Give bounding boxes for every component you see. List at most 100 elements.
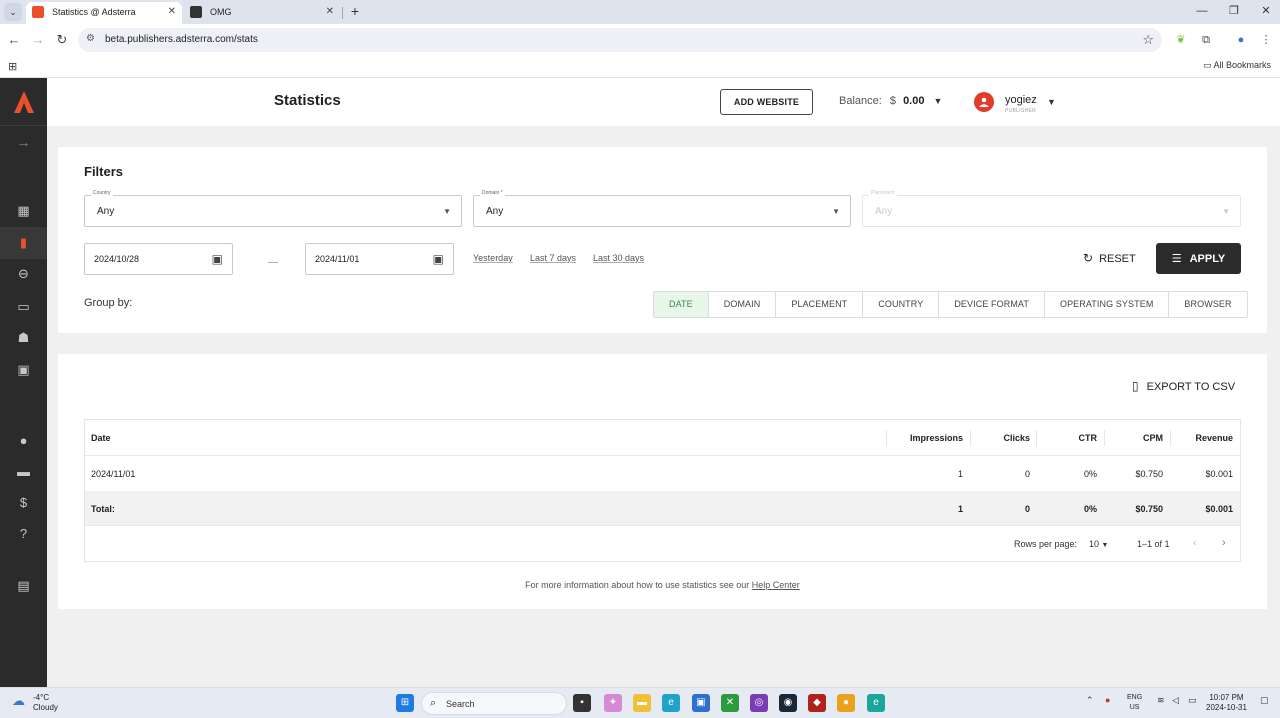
bookmarks-bar: ⊞ ▭ All Bookmarks <box>0 56 1280 78</box>
date-to-field[interactable]: 2024/11/01 ▣ <box>305 243 454 275</box>
battery-icon[interactable]: ▭ <box>1188 695 1197 706</box>
new-tab-button[interactable]: + <box>346 2 364 20</box>
taskbar-search[interactable]: ⌕ Search <box>421 692 567 715</box>
chevron-down-icon: ▼ <box>1222 207 1230 216</box>
volume-icon[interactable]: ◁ <box>1172 695 1179 706</box>
rows-per-page-select[interactable]: 10 ▼ <box>1089 539 1108 549</box>
links-icon[interactable]: ⊖ <box>0 258 47 290</box>
group-by-browser[interactable]: BROWSER <box>1169 292 1246 317</box>
back-button[interactable]: ← <box>5 31 23 49</box>
prev-page-icon[interactable]: ‹ <box>1193 537 1197 549</box>
finance-icon[interactable]: $ <box>0 486 47 518</box>
api-icon[interactable]: ▣ <box>0 354 47 386</box>
file-icon: ▯ <box>1132 379 1139 393</box>
group-by-device-format[interactable]: DEVICE FORMAT <box>939 292 1045 317</box>
group-by-domain[interactable]: DOMAIN <box>709 292 777 317</box>
calendar-icon[interactable]: ▣ <box>212 252 223 266</box>
group-by-operating-system[interactable]: OPERATING SYSTEM <box>1045 292 1170 317</box>
site-info-icon[interactable]: ⚙ <box>86 33 95 44</box>
bookmark-star-icon[interactable]: ☆ <box>1142 32 1154 48</box>
all-bookmarks-button[interactable]: ▭ All Bookmarks <box>1203 60 1271 71</box>
windows-taskbar: ☁ -4°C Cloudy ⊞ ⌕ Search ▪ ✦ ▬ e ▣ ✕ ◎ ◉ … <box>0 687 1280 718</box>
all-bookmarks-label: All Bookmarks <box>1213 60 1271 70</box>
export-csv-button[interactable]: ▯ EXPORT TO CSV <box>1132 379 1235 393</box>
col-date[interactable]: Date <box>91 420 111 456</box>
col-clicks[interactable]: Clicks <box>975 420 1030 456</box>
wifi-icon[interactable]: ≋ <box>1157 695 1165 706</box>
tab-omg[interactable]: OMG ✕ <box>184 2 340 24</box>
quick-last-30-days-link[interactable]: Last 30 days <box>593 253 644 263</box>
tab-statistics[interactable]: Statistics @ Adsterra ✕ <box>26 2 182 24</box>
statistics-icon[interactable]: ▮ <box>0 227 47 259</box>
col-impressions[interactable]: Impressions <box>895 420 963 456</box>
url-text: beta.publishers.adsterra.com/stats <box>105 34 258 45</box>
profile-icon[interactable]: ● <box>0 424 47 456</box>
reset-label: RESET <box>1099 253 1136 265</box>
placement-label: Placement <box>869 190 897 196</box>
quick-last-7-days-link[interactable]: Last 7 days <box>530 253 576 263</box>
help-icon[interactable]: ? <box>0 517 47 549</box>
payments-icon[interactable]: ▬ <box>0 455 47 487</box>
maximize-button[interactable]: ❐ <box>1218 0 1250 24</box>
user-name[interactable]: yogiez <box>1005 94 1037 106</box>
url-field[interactable]: ⚙ beta.publishers.adsterra.com/stats ☆ <box>78 28 1162 52</box>
xbox-icon[interactable]: ✕ <box>721 694 739 712</box>
tray-overflow-icon[interactable]: ⌃ <box>1086 695 1094 706</box>
forward-button[interactable]: → <box>29 31 47 49</box>
dashboard-icon[interactable]: ▦ <box>0 195 47 227</box>
help-center-link[interactable]: Help Center <box>752 580 800 590</box>
referrals-icon[interactable]: ☗ <box>0 322 47 354</box>
clock[interactable]: 10:07 PM 2024-10-31 <box>1206 693 1247 713</box>
input-language[interactable]: ENG US <box>1127 693 1142 713</box>
task-view-icon[interactable]: ▪ <box>573 694 591 712</box>
adsterra-logo[interactable] <box>0 78 47 126</box>
browser-menu-icon[interactable]: ⋮ <box>1258 32 1274 48</box>
extension-leaf-icon[interactable]: ❦ <box>1173 32 1189 48</box>
avatar[interactable] <box>974 92 994 112</box>
tab-close-icon[interactable]: ✕ <box>168 2 176 22</box>
reset-button[interactable]: ↻ RESET <box>1083 251 1136 265</box>
minimize-button[interactable]: — <box>1186 0 1218 24</box>
col-revenue[interactable]: Revenue <box>1175 420 1233 456</box>
apply-label: APPLY <box>1189 252 1226 265</box>
file-explorer-icon[interactable]: ▬ <box>633 694 651 712</box>
col-cpm[interactable]: CPM <box>1110 420 1163 456</box>
steam-icon[interactable]: ◉ <box>779 694 797 712</box>
copilot-icon[interactable]: ✦ <box>604 694 622 712</box>
chrome-icon[interactable]: ● <box>837 694 855 712</box>
reload-button[interactable]: ↻ <box>53 31 71 49</box>
country-select[interactable]: Country Any ▼ <box>84 190 462 227</box>
user-menu-chevron-icon[interactable]: ▼ <box>1047 97 1056 107</box>
close-window-button[interactable]: ✕ <box>1250 0 1280 24</box>
apps-grid-icon[interactable]: ⊞ <box>8 60 17 73</box>
tab-search-button[interactable]: ⌄ <box>4 3 22 21</box>
add-website-button[interactable]: ADD WEBSITE <box>720 89 813 115</box>
next-page-icon[interactable]: › <box>1222 537 1226 549</box>
store-icon[interactable]: ▣ <box>692 694 710 712</box>
balance-dropdown[interactable]: Balance: $ 0.00 ▼ <box>839 95 942 107</box>
windows-start-icon[interactable]: ⊞ <box>396 694 414 712</box>
omg-favicon <box>190 6 202 18</box>
group-by-toggle: DATE DOMAIN PLACEMENT COUNTRY DEVICE FOR… <box>653 291 1248 318</box>
antivirus-tray-icon[interactable]: ● <box>1105 695 1110 705</box>
tab-close-icon[interactable]: ✕ <box>326 2 334 22</box>
dota-icon[interactable]: ◆ <box>808 694 826 712</box>
quick-yesterday-link[interactable]: Yesterday <box>473 253 513 263</box>
edge-icon[interactable]: e <box>662 694 680 712</box>
apply-button[interactable]: ☰ APPLY <box>1156 243 1241 274</box>
group-by-placement[interactable]: PLACEMENT <box>776 292 864 317</box>
eset-icon[interactable]: e <box>867 694 885 712</box>
notifications-icon[interactable]: ▢ <box>1260 695 1269 706</box>
profile-icon[interactable]: ● <box>1233 32 1249 48</box>
app-icon[interactable]: ◎ <box>750 694 768 712</box>
websites-icon[interactable]: ▭ <box>0 291 47 323</box>
date-from-field[interactable]: 2024/10/28 ▣ <box>84 243 233 275</box>
domain-select[interactable]: Domain * Any ▼ <box>473 190 851 227</box>
extensions-icon[interactable]: ⧉ <box>1198 32 1214 48</box>
calendar-icon[interactable]: ▣ <box>433 252 444 266</box>
expand-sidebar-icon[interactable]: → <box>0 134 47 150</box>
col-ctr[interactable]: CTR <box>1045 420 1098 456</box>
group-by-country[interactable]: COUNTRY <box>863 292 940 317</box>
group-by-date[interactable]: DATE <box>654 292 709 317</box>
wallet-icon[interactable]: ▤ <box>0 570 47 602</box>
